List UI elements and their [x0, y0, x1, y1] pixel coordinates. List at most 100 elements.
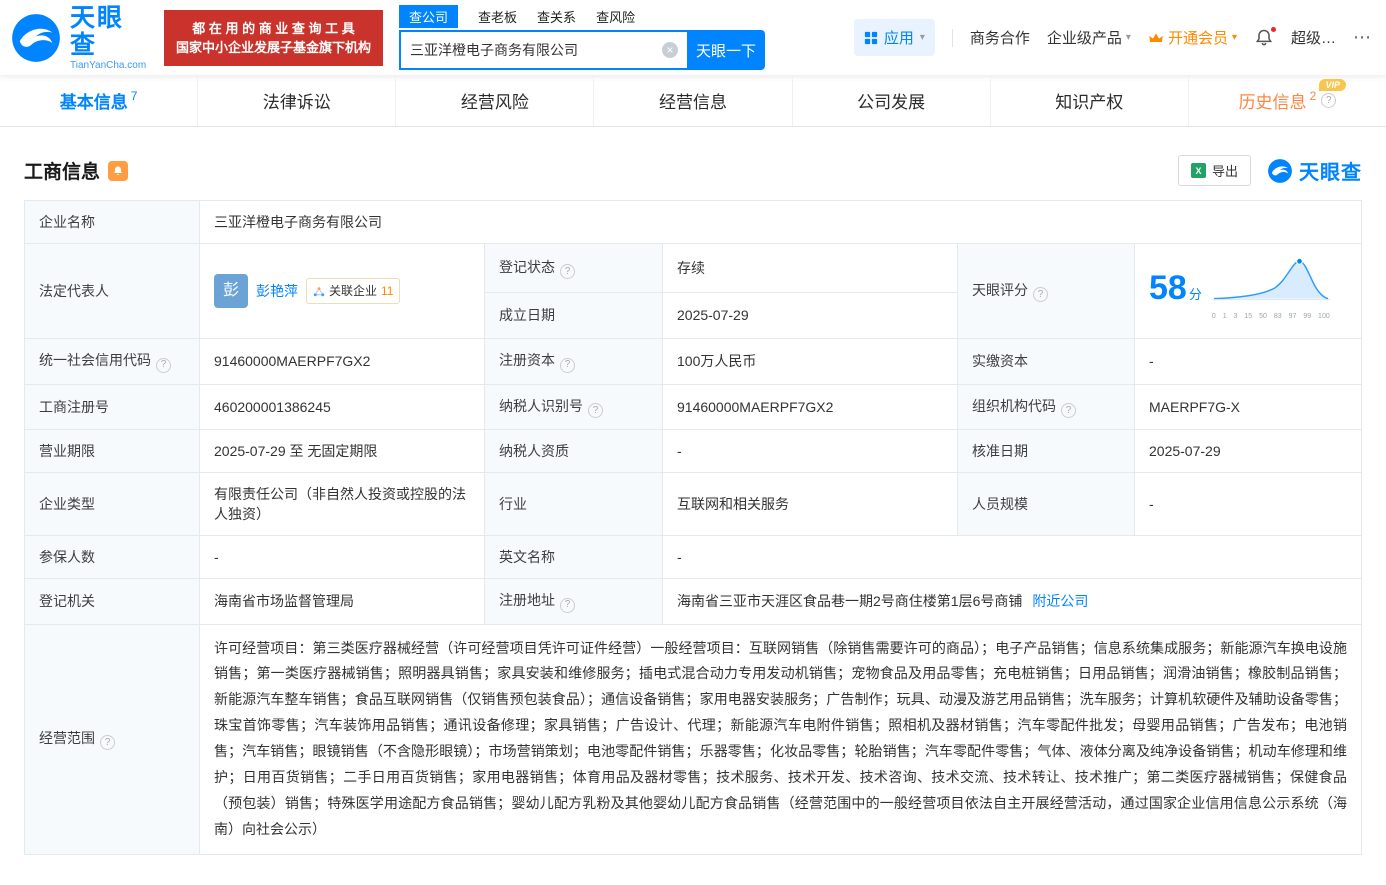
section-title: 工商信息	[24, 162, 101, 183]
table-row: 法定代表人 彭 彭艳萍 关联企业 11 登记状态? 存续 天眼评分? 58 分 …	[24, 243, 1362, 339]
field-label: 行业	[499, 496, 527, 512]
related-companies-count: 11	[381, 284, 394, 298]
tab-label: 法律诉讼	[262, 93, 331, 112]
field-label: 参保人数	[39, 549, 95, 565]
field-label-approval-date: 核准日期	[957, 429, 1135, 473]
field-label-business-scope: 经营范围?	[24, 623, 200, 855]
field-label: 人员规模	[972, 496, 1028, 512]
table-row: 营业期限 2025-07-29 至 无固定期限 纳税人资质 - 核准日期 202…	[24, 429, 1362, 473]
top-menu: 应用 ▾ 商务合作 企业级产品 ▾ 开通会员 ▾ 超级… ⋯	[853, 19, 1372, 56]
field-label: 统一社会信用代码	[39, 352, 151, 368]
field-value-establish-date: 2025-07-29	[662, 291, 958, 340]
field-label-reg-number: 工商注册号	[24, 383, 200, 430]
field-label-establish-date: 成立日期	[484, 291, 663, 340]
more-menu-icon[interactable]: ⋯	[1353, 27, 1372, 48]
field-value-approval-date: 2025-07-29	[1134, 429, 1362, 473]
field-label: 工商注册号	[39, 398, 109, 415]
promo-line-1: 都 在 用 的 商 业 查 询 工 具	[192, 20, 355, 36]
notification-bell-icon[interactable]	[1254, 25, 1277, 48]
search-tabs: 查公司 查老板 查关系 查风险	[399, 4, 765, 28]
help-icon[interactable]: ?	[588, 403, 603, 418]
tab-label: 知识产权	[1055, 93, 1124, 112]
field-label-company-type: 企业类型	[24, 472, 200, 536]
help-icon[interactable]: ?	[100, 735, 115, 751]
legal-rep-avatar[interactable]: 彭	[214, 274, 248, 308]
help-icon[interactable]: ?	[560, 357, 575, 373]
field-label: 营业期限	[39, 443, 95, 459]
logo-domain: TianYanCha.com	[70, 59, 147, 71]
search-row: × 天眼一下	[399, 30, 766, 70]
menu-cooperation[interactable]: 商务合作	[970, 27, 1030, 48]
help-icon[interactable]: ?	[1321, 93, 1337, 108]
help-icon[interactable]: ?	[156, 357, 171, 373]
promo-banner: 都 在 用 的 商 业 查 询 工 具 国家中小企业发展子基金旗下机构	[164, 9, 384, 66]
field-value-paid-capital: -	[1134, 338, 1362, 385]
tab-operating-risk[interactable]: 经营风险	[396, 75, 595, 126]
search-block: 查公司 查老板 查关系 查风险 × 天眼一下	[399, 4, 766, 70]
related-companies-label: 关联企业	[329, 284, 378, 298]
field-value-reg-number: 460200001386245	[199, 383, 485, 430]
field-label: 经营范围	[39, 729, 95, 746]
field-label-reg-address: 注册地址?	[484, 578, 663, 625]
help-icon[interactable]: ?	[560, 597, 575, 613]
field-value-taxpayer-id: 91460000MAERPF7GX2	[662, 383, 958, 430]
apps-label: 应用	[883, 30, 914, 47]
notification-dot	[1269, 25, 1277, 33]
help-icon[interactable]: ?	[1061, 403, 1076, 418]
field-value-english-name: -	[662, 535, 1362, 579]
tab-intellectual-property[interactable]: 知识产权	[991, 75, 1189, 126]
help-icon[interactable]: ?	[1033, 287, 1048, 303]
tab-basic-info[interactable]: 基本信息 7	[0, 75, 199, 126]
user-menu[interactable]: 超级…	[1291, 27, 1336, 48]
site-logo[interactable]: 天眼查 TianYanCha.com	[10, 3, 150, 71]
export-button[interactable]: X 导出	[1177, 155, 1251, 186]
score-chart: 0 1 3 15 50 83 97 99 100	[1211, 255, 1330, 327]
table-row: 参保人数 - 英文名称 -	[24, 535, 1362, 579]
menu-enterprise[interactable]: 企业级产品 ▾	[1047, 27, 1131, 48]
field-value-company-type: 有限责任公司（非自然人投资或控股的法人独资）	[199, 472, 485, 536]
menu-vip-upgrade[interactable]: 开通会员 ▾	[1148, 27, 1237, 48]
divider	[951, 28, 953, 47]
search-input[interactable]	[410, 42, 663, 58]
help-icon[interactable]: ?	[560, 264, 575, 280]
reg-address-text: 海南省三亚市天涯区食品巷一期2号商住楼第1层6号商铺	[677, 593, 1023, 610]
search-tab-company[interactable]: 查公司	[399, 4, 459, 28]
tab-operating-info[interactable]: 经营信息	[594, 75, 793, 126]
field-label: 注册地址	[499, 592, 555, 608]
field-label-org-code: 组织机构代码?	[957, 383, 1135, 430]
table-row: 企业类型 有限责任公司（非自然人投资或控股的法人独资） 行业 互联网和相关服务 …	[24, 472, 1362, 536]
apps-menu[interactable]: 应用 ▾	[853, 19, 935, 56]
tab-label: 经营风险	[460, 93, 529, 112]
field-value-reg-address: 海南省三亚市天涯区食品巷一期2号商住楼第1层6号商铺 附近公司	[662, 578, 1362, 625]
field-label-company-name: 企业名称	[24, 200, 200, 244]
tab-history-info[interactable]: VIP 历史信息 2 ?	[1189, 75, 1386, 126]
logo-title: 天眼查	[70, 3, 125, 59]
tab-legal-proceedings[interactable]: 法律诉讼	[198, 75, 397, 126]
field-value-reg-status: 存续	[662, 243, 958, 293]
tab-label: 公司发展	[857, 93, 926, 112]
score-axis-labels: 0 1 3 15 50 83 97 99 100	[1211, 313, 1330, 320]
tab-company-development[interactable]: 公司发展	[793, 75, 991, 126]
field-label: 核准日期	[972, 443, 1028, 459]
monitor-bell-icon[interactable]	[108, 160, 129, 181]
clear-icon[interactable]: ×	[662, 42, 679, 58]
field-value-reg-authority: 海南省市场监督管理局	[199, 578, 485, 625]
nearby-companies-link[interactable]: 附近公司	[1032, 593, 1088, 609]
search-tab-relation[interactable]: 查关系	[537, 7, 576, 26]
field-label-taxpayer-id: 纳税人识别号?	[484, 383, 663, 430]
field-label: 企业名称	[39, 214, 95, 230]
related-companies-badge[interactable]: 关联企业 11	[306, 278, 401, 304]
search-button[interactable]: 天眼一下	[687, 30, 766, 70]
chevron-down-icon: ▾	[1231, 31, 1237, 43]
field-label-legal-rep: 法定代表人	[24, 243, 200, 339]
search-tab-boss[interactable]: 查老板	[478, 7, 517, 26]
chevron-down-icon: ▾	[1125, 31, 1131, 43]
search-tab-risk[interactable]: 查风险	[596, 7, 635, 26]
network-icon	[313, 287, 325, 297]
field-label: 注册资本	[499, 352, 555, 368]
field-value-staff-size: -	[1134, 472, 1362, 536]
field-label: 成立日期	[499, 307, 555, 324]
legal-rep-name-link[interactable]: 彭艳萍	[256, 281, 298, 301]
table-row: 工商注册号 460200001386245 纳税人识别号? 91460000MA…	[24, 383, 1362, 430]
field-label: 天眼评分	[972, 281, 1028, 298]
